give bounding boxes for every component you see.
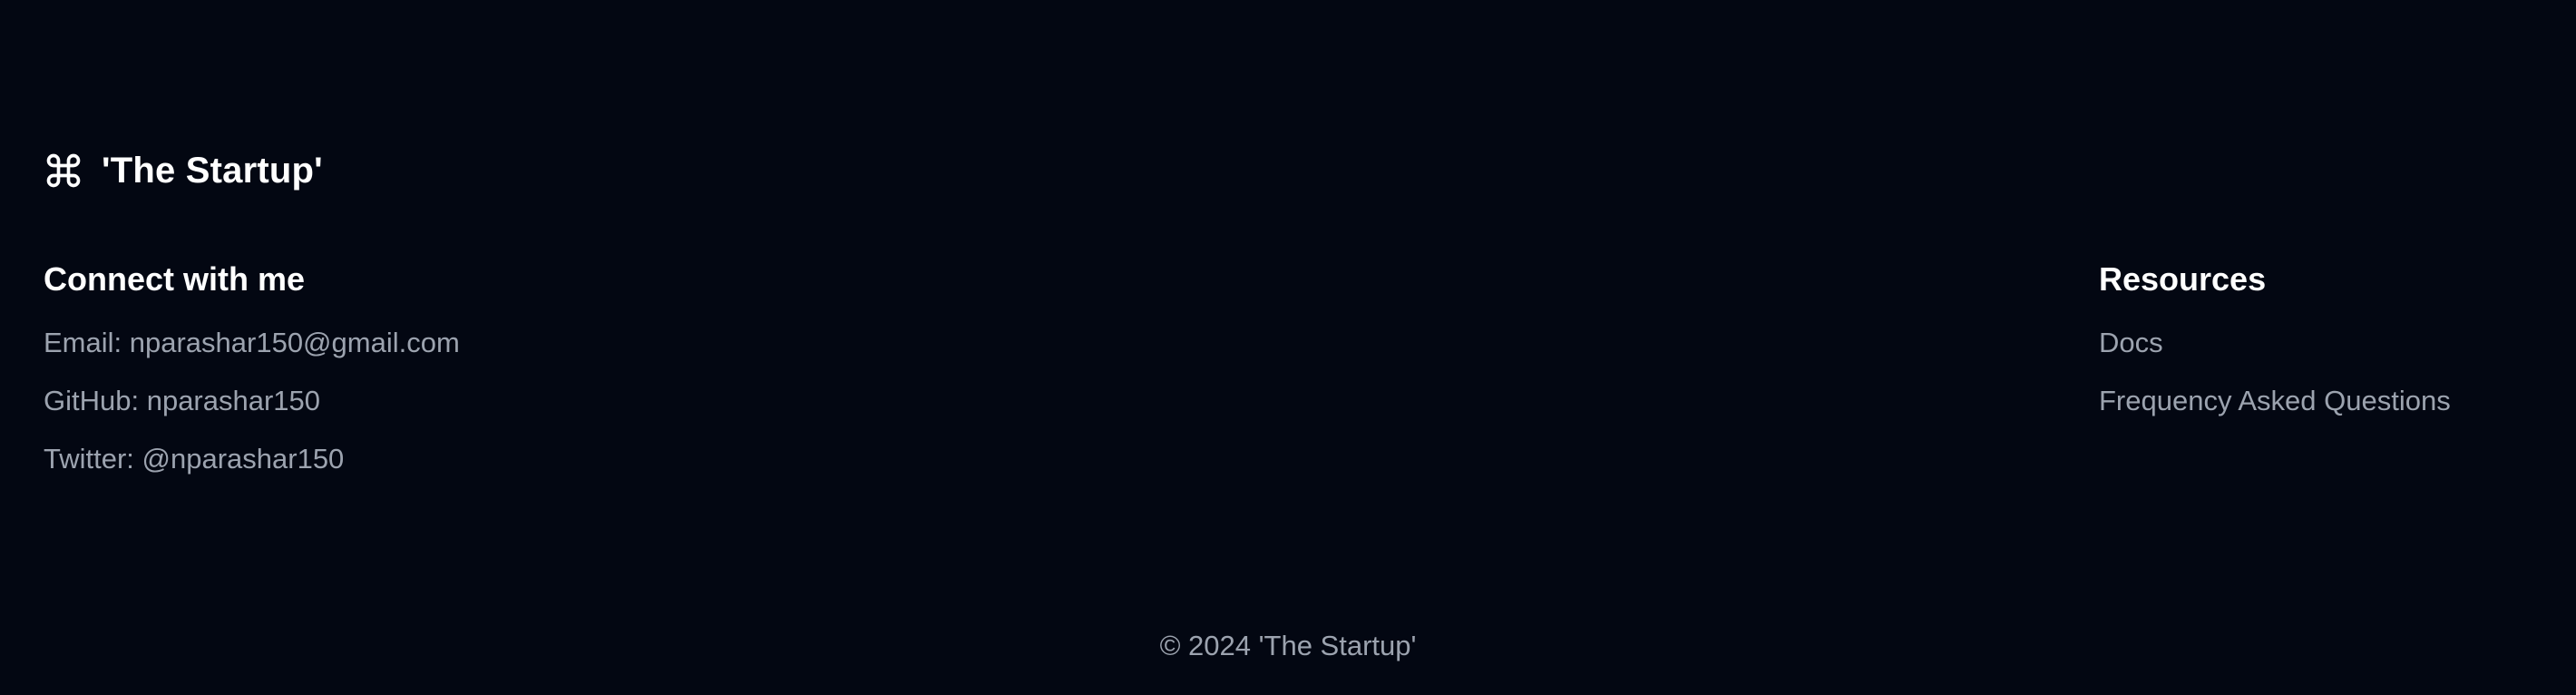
resources-section: Resources Docs Frequency Asked Questions xyxy=(2099,254,2451,430)
resources-title: Resources xyxy=(2099,260,2267,298)
connect-twitter[interactable]: Twitter: @nparashar150 xyxy=(44,430,460,488)
site-footer: 'The Startup' Connect with me Email: npa… xyxy=(0,0,2576,695)
brand[interactable]: 'The Startup' xyxy=(44,145,323,196)
twitter-link[interactable]: Twitter: @nparashar150 xyxy=(44,443,344,475)
brand-name: 'The Startup' xyxy=(102,150,323,191)
email-link[interactable]: Email: nparashar150@gmail.com xyxy=(44,327,460,358)
connect-list: Email: nparashar150@gmail.com GitHub: np… xyxy=(44,314,460,488)
docs-link[interactable]: Docs xyxy=(2099,327,2163,358)
connect-email[interactable]: Email: nparashar150@gmail.com xyxy=(44,314,460,372)
github-link[interactable]: GitHub: nparashar150 xyxy=(44,385,320,416)
copyright-text: © 2024 'The Startup' xyxy=(1159,630,1417,661)
resources-list: Docs Frequency Asked Questions xyxy=(2099,314,2451,430)
resources-faq[interactable]: Frequency Asked Questions xyxy=(2099,372,2451,430)
connect-github[interactable]: GitHub: nparashar150 xyxy=(44,372,460,430)
faq-link[interactable]: Frequency Asked Questions xyxy=(2099,385,2451,416)
resources-docs[interactable]: Docs xyxy=(2099,314,2451,372)
command-icon xyxy=(44,151,83,191)
connect-section: Connect with me Email: nparashar150@gmai… xyxy=(44,254,460,488)
connect-title: Connect with me xyxy=(44,260,306,298)
